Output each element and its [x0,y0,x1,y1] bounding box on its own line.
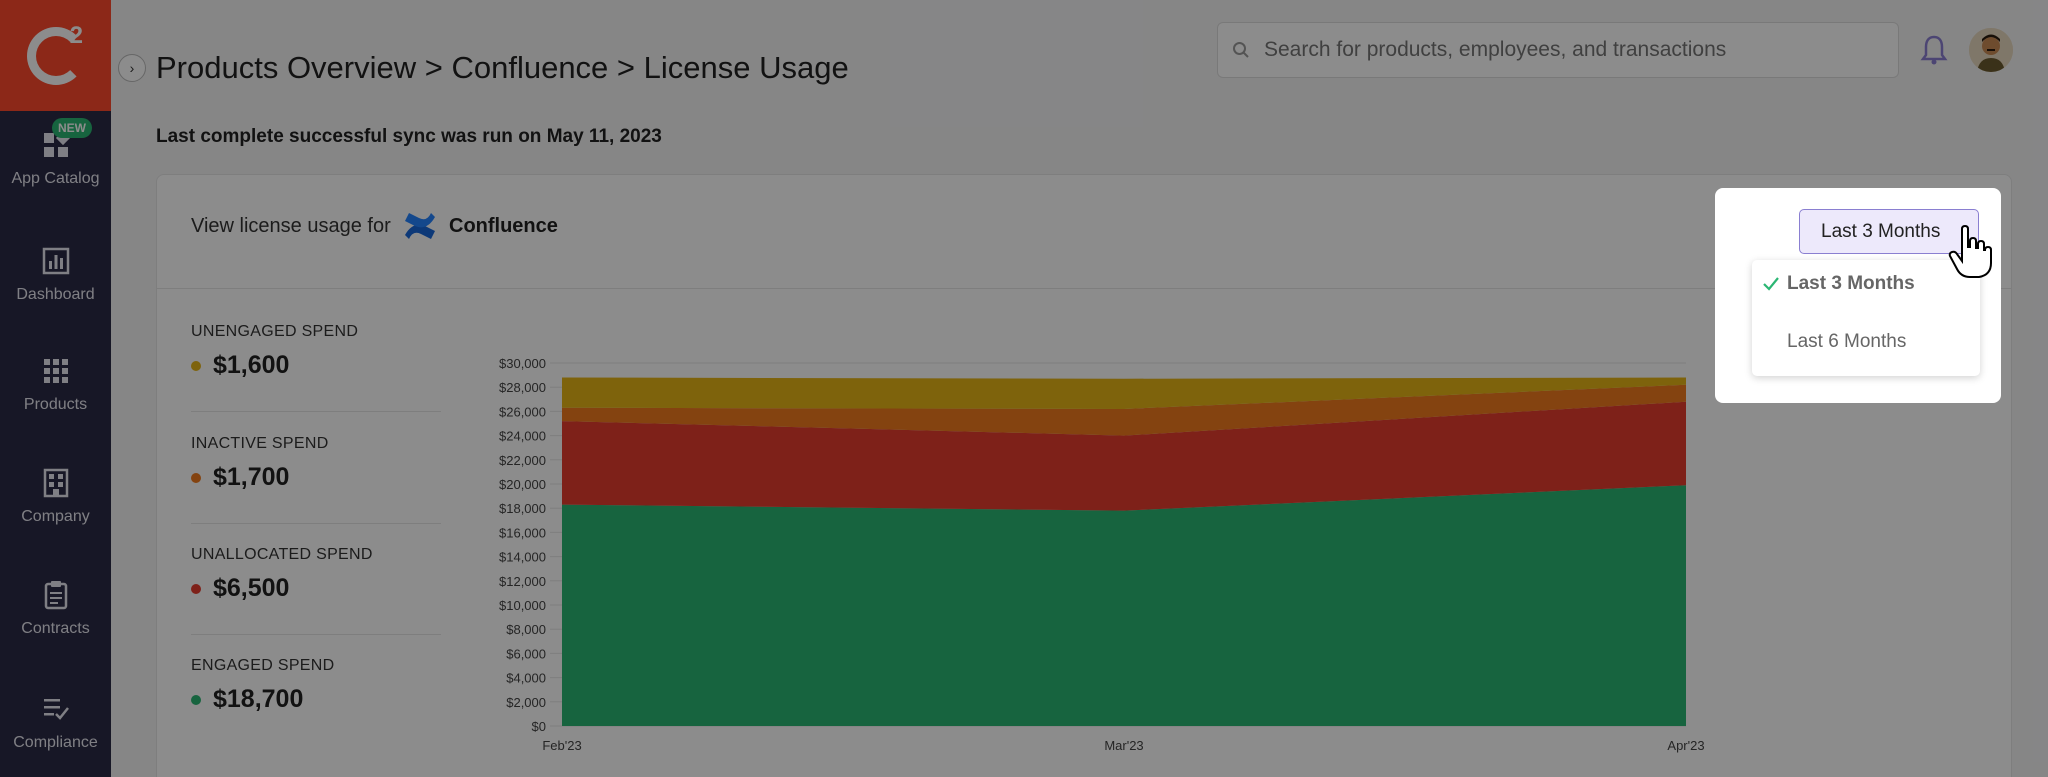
period-dropdown-menu: Last 3 Months Last 6 Months [1752,260,1980,376]
period-option-last-6-months[interactable]: Last 6 Months [1752,318,1980,366]
period-selector-popup: Last 3 Months Last 3 Months Last 6 Month… [1715,188,2001,403]
option-label: Last 6 Months [1787,331,1907,352]
period-option-last-3-months[interactable]: Last 3 Months [1752,260,1980,308]
hand-cursor-icon [1948,225,1992,278]
option-label: Last 3 Months [1787,273,1915,294]
check-icon [1763,277,1779,291]
